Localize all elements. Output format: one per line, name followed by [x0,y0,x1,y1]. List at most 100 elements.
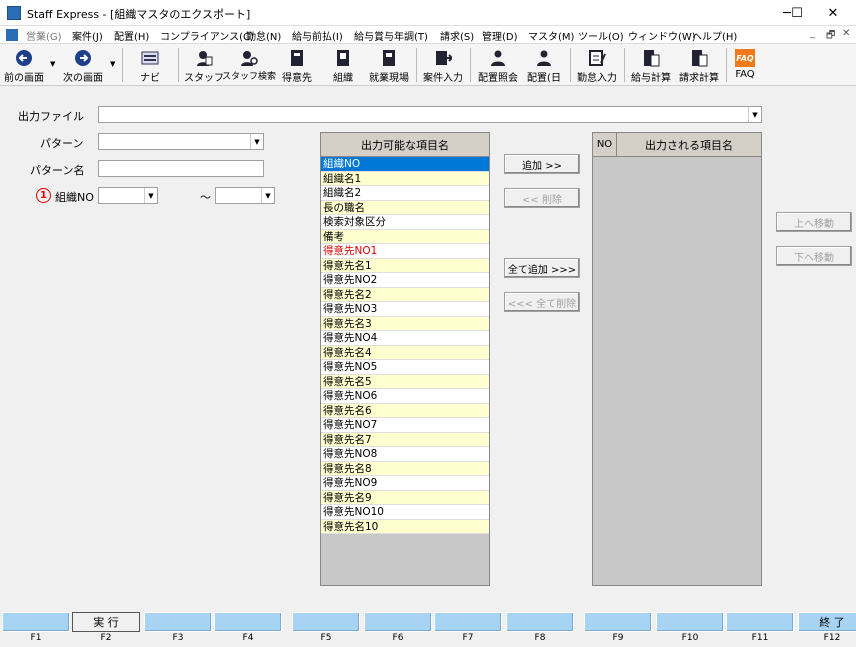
close-button[interactable]: ✕ [810,0,856,26]
customer-icon [288,49,306,67]
list-item[interactable]: 得意先名3 [321,316,489,331]
fkey-f6-button[interactable] [364,612,432,632]
list-item[interactable]: 得意先名10 [321,519,489,534]
back-dropdown-icon[interactable]: ▼ [50,60,55,68]
menu-placement[interactable]: 配置(H) [114,28,149,43]
list-item[interactable]: 検索対象区分 [321,215,489,230]
move-up-button[interactable]: 上へ移動 [776,212,852,232]
fkey-f12-button[interactable]: 終 了 [798,612,856,632]
list-item[interactable]: 得意先名6 [321,403,489,418]
available-items-rows[interactable]: 組織NO 組織名1 組織名2 長の職名 検索対象区分 備考 得意先NO1 得意先名1 得意先NO… [321,157,489,534]
org-no-label: 組織NO [55,191,94,204]
list-item[interactable]: 組織NO [321,157,489,172]
add-all-button[interactable]: 全て追加 >>> [504,258,580,278]
org-no-to-combo[interactable]: ▼ [215,187,275,204]
menu-management[interactable]: 管理(D) [482,28,518,43]
move-down-button[interactable]: 下へ移動 [776,246,852,266]
toolbar-staff-search-button[interactable]: スタッフ検索 [222,46,276,84]
toolbar-faq-button[interactable]: FAQ FAQ [730,46,760,84]
menu-compliance[interactable]: コンプライアンス(C) [160,28,254,43]
mdi-restore-button[interactable]: 🗗 [826,28,835,45]
toolbar-back-button[interactable]: 前の画面 [2,46,46,84]
list-item[interactable]: 得意先名7 [321,432,489,447]
fkey-f5-button[interactable] [292,612,360,632]
chevron-down-icon[interactable]: ▼ [250,134,263,149]
menu-attendance[interactable]: 勤怠(N) [246,28,281,43]
mdi-close-button[interactable]: ✕ [842,28,850,39]
toolbar-worksite-button[interactable]: 就業現場 [366,46,412,84]
list-item[interactable]: 得意先NO5 [321,360,489,375]
menu-advance-pay[interactable]: 給与前払(I) [292,28,343,43]
list-item[interactable]: 得意先NO9 [321,476,489,491]
fkey-f4-button[interactable] [214,612,282,632]
output-items-header: NO 出力される項目名 [593,132,761,157]
list-item[interactable]: 得意先NO8 [321,447,489,462]
menu-billing[interactable]: 請求(S) [440,28,474,43]
fkey-f3-button[interactable] [144,612,212,632]
list-item[interactable]: 得意先名9 [321,490,489,505]
mdi-minimize-button[interactable]: _ [810,28,815,39]
fkey-f1-label: F1 [30,633,42,643]
list-item[interactable]: 得意先NO4 [321,331,489,346]
fkey-f2-button[interactable]: 実 行 [72,612,140,632]
fkey-f12-label: F12 [823,633,841,643]
list-item[interactable]: 得意先NO7 [321,418,489,433]
forward-dropdown-icon[interactable]: ▼ [110,60,115,68]
fkey-f1-button[interactable] [2,612,70,632]
toolbar-navi-button[interactable]: ナビ [130,46,170,84]
toolbar-payroll-button[interactable]: 給与計算 [628,46,674,84]
list-item[interactable]: 組織名2 [321,186,489,201]
available-items-list[interactable]: 出力可能な項目名 組織NO 組織名1 組織名2 長の職名 検索対象区分 備考 得意先NO1 得… [320,132,490,586]
toolbar-forward-button[interactable]: 次の画面 [60,46,106,84]
list-item[interactable]: 得意先NO3 [321,302,489,317]
toolbar-placement-inquiry-button[interactable]: 配置照会 [474,46,522,84]
billing-icon [690,49,708,67]
toolbar-case-input-button[interactable]: 案件入力 [420,46,466,84]
menu-sales[interactable]: 営業(G) [26,28,62,43]
toolbar-billing-button[interactable]: 請求計算 [676,46,722,84]
fkey-f9-button[interactable] [584,612,652,632]
fkey-f10-button[interactable] [656,612,724,632]
list-item[interactable]: 組織名1 [321,171,489,186]
output-name-column-header: 出力される項目名 [645,138,733,152]
output-file-combo[interactable]: ▼ [98,106,762,123]
list-item[interactable]: 得意先名4 [321,345,489,360]
fkey-f11-button[interactable] [726,612,794,632]
pattern-combo[interactable]: ▼ [98,133,264,150]
remove-button[interactable]: << 削除 [504,188,580,208]
toolbar-placement-daily-button[interactable]: 配置(日 [524,46,564,84]
menu-salary-bonus[interactable]: 給与賞与年調(T) [354,28,428,43]
list-item[interactable]: 備考 [321,229,489,244]
list-item[interactable]: 得意先名8 [321,461,489,476]
fkey-f4-label: F4 [242,633,254,643]
menu-help[interactable]: ヘルプ(H) [692,28,737,43]
chevron-down-icon[interactable]: ▼ [261,188,274,203]
list-item[interactable]: 得意先NO2 [321,273,489,288]
menu-master[interactable]: マスタ(M) [528,28,574,43]
toolbar-organization-button[interactable]: 組織 [326,46,360,84]
list-item[interactable]: 得意先名5 [321,374,489,389]
list-item[interactable]: 得意先NO6 [321,389,489,404]
list-item[interactable]: 得意先NO10 [321,505,489,520]
menu-case[interactable]: 案件(J) [72,28,103,43]
list-item[interactable]: 得意先名2 [321,287,489,302]
fkey-f5-label: F5 [320,633,332,643]
chevron-down-icon[interactable]: ▼ [748,107,761,122]
toolbar-staff-button[interactable]: スタッフ [184,46,224,84]
add-button[interactable]: 追加 >> [504,154,580,174]
pattern-name-input[interactable] [98,160,264,177]
menu-tools[interactable]: ツール(O) [578,28,624,43]
list-item[interactable]: 得意先名1 [321,258,489,273]
output-items-list[interactable]: NO 出力される項目名 [592,132,762,586]
fkey-f7-button[interactable] [434,612,502,632]
fkey-f8-button[interactable] [506,612,574,632]
org-no-from-combo[interactable]: ▼ [98,187,158,204]
menu-window[interactable]: ウィンドウ(W) [628,28,696,43]
toolbar-attendance-input-button[interactable]: 勤怠入力 [574,46,620,84]
chevron-down-icon[interactable]: ▼ [144,188,157,203]
list-item[interactable]: 長の職名 [321,200,489,215]
toolbar-customer-button[interactable]: 得意先 [278,46,316,84]
list-item[interactable]: 得意先NO1 [321,244,489,259]
remove-all-button[interactable]: <<< 全て削除 [504,292,580,312]
mdi-app-icon [6,29,18,41]
